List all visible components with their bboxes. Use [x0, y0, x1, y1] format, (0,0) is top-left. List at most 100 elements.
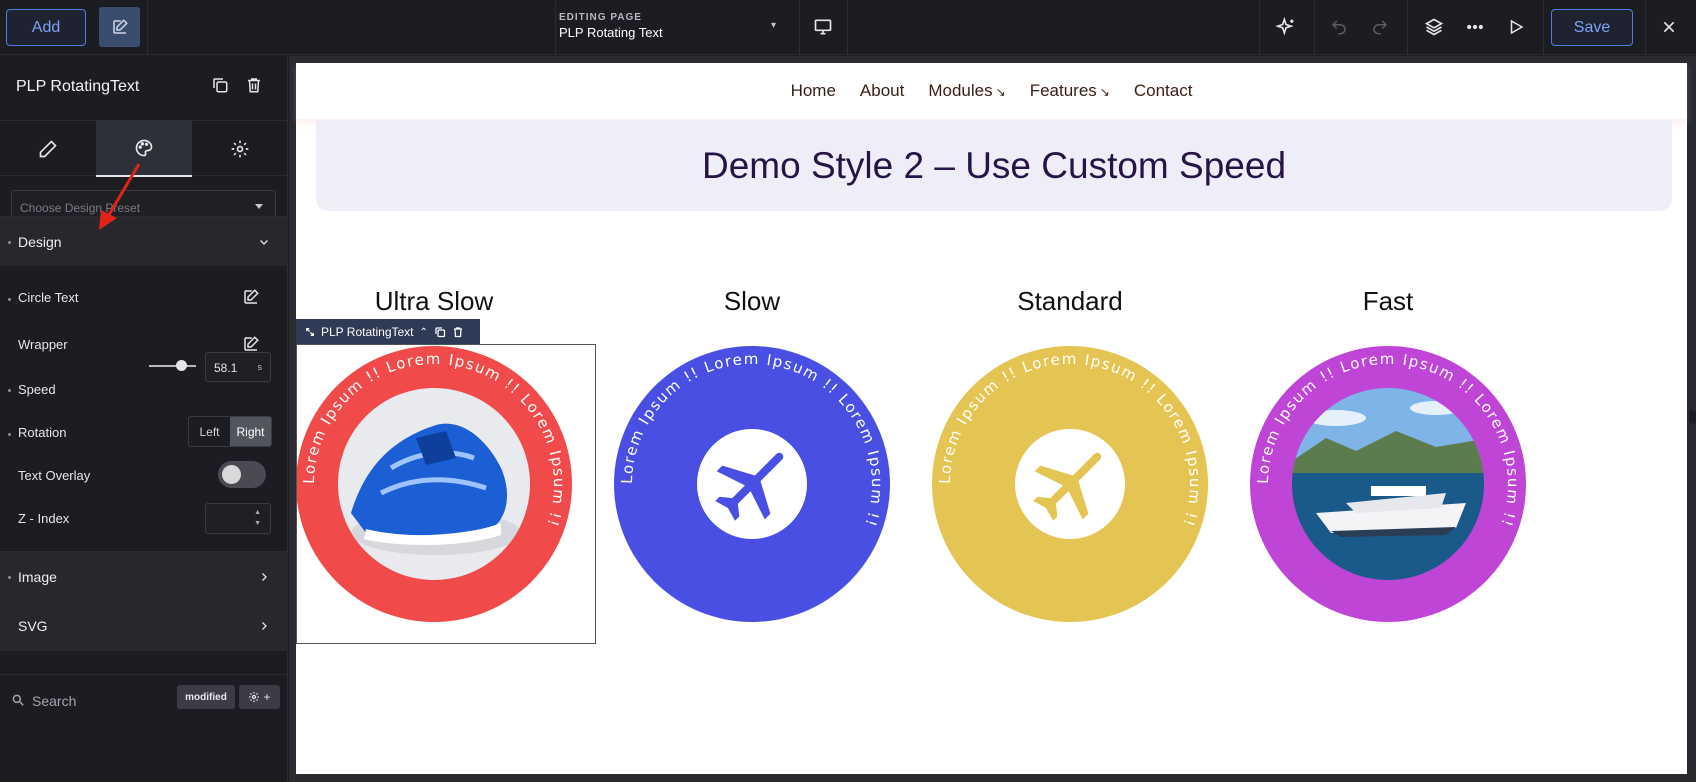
expand-icon[interactable]: [305, 327, 315, 337]
speed-slider-handle[interactable]: [176, 360, 187, 371]
module-title: PLP RotatingText: [16, 78, 140, 95]
editing-page-name: PLP Rotating Text: [559, 25, 663, 40]
modified-filter-badge[interactable]: modified: [177, 685, 235, 709]
preview-play-button[interactable]: [1502, 13, 1530, 41]
rotation-toggle-group: Left Right: [188, 416, 272, 447]
save-button[interactable]: Save: [1551, 9, 1633, 46]
chevron-right-icon: [262, 622, 267, 630]
search-icon: [12, 694, 24, 706]
edit-mode-button[interactable]: [99, 7, 140, 47]
close-icon: [1663, 21, 1675, 33]
undo-button[interactable]: [1325, 13, 1353, 41]
panel-search-input[interactable]: Search: [32, 693, 76, 709]
nav-features-label: Features: [1029, 81, 1097, 100]
desktop-preview-button[interactable]: [809, 13, 837, 41]
delete-module-button[interactable]: [245, 76, 263, 99]
edit-wrapper-icon[interactable]: [242, 335, 260, 353]
speed-unit: s: [257, 362, 263, 372]
caret-down-icon: [255, 204, 263, 209]
redo-icon: [1373, 20, 1388, 35]
column-title: Slow: [723, 286, 781, 316]
section-design-label: Design: [18, 234, 62, 250]
chevron-down-icon: [260, 240, 268, 245]
site-nav: Home About Modules ↘ Features ↘ Contact: [296, 63, 1687, 119]
selected-module-label: PLP RotatingText: [321, 325, 414, 339]
nav-about[interactable]: About: [860, 81, 904, 101]
rotating-text-fast[interactable]: Lorem Ipsum !! Lorem Ipsum !! Lorem Ipsu…: [1250, 346, 1526, 622]
more-options-button[interactable]: [1461, 13, 1489, 41]
close-editor-button[interactable]: [1655, 13, 1683, 41]
dropdown-arrow-icon: ↘: [995, 85, 1006, 99]
monitor-icon: [814, 19, 832, 35]
ai-sparkle-button[interactable]: [1272, 13, 1300, 41]
text-overlay-label: Text Overlay: [18, 468, 91, 483]
hero-title: Demo Style 2 – Use Custom Speed: [316, 120, 1672, 211]
modified-dot: [8, 433, 11, 436]
speed-label: Speed: [18, 382, 56, 397]
section-svg[interactable]: SVG: [0, 601, 288, 651]
top-toolbar: Add EDITING PAGE PLP Rotating Text ▾ Sav…: [0, 0, 1696, 55]
modified-dot: [8, 241, 11, 244]
speed-value: 58.1: [214, 361, 238, 375]
plus-icon: +: [263, 690, 271, 704]
editing-page-selector[interactable]: EDITING PAGE PLP Rotating Text: [559, 12, 663, 40]
z-index-label: Z - Index: [18, 511, 70, 526]
duplicate-module-button[interactable]: [211, 76, 229, 99]
nav-modules-label: Modules: [928, 81, 993, 100]
trash-icon[interactable]: [452, 326, 464, 338]
gear-icon: [231, 140, 249, 158]
layers-icon: [1424, 18, 1444, 36]
modified-dot: [8, 298, 11, 301]
nav-modules[interactable]: Modules ↘: [928, 81, 1005, 101]
resize-handle[interactable]: [1689, 410, 1696, 424]
tab-content[interactable]: [0, 121, 96, 177]
rotation-left-option[interactable]: Left: [189, 417, 230, 446]
rotating-text-slow[interactable]: Lorem Ipsum !! Lorem Ipsum !! Lorem Ipsu…: [614, 346, 890, 622]
text-overlay-toggle[interactable]: [218, 461, 266, 488]
rotation-right-option[interactable]: Right: [230, 417, 271, 446]
pencil-square-icon: [112, 19, 128, 34]
filter-settings-button[interactable]: +: [239, 685, 280, 709]
dropdown-arrow-icon: ↘: [1099, 85, 1110, 99]
section-image[interactable]: Image: [0, 551, 288, 601]
selected-module-toolbar[interactable]: PLP RotatingText ⌃: [296, 319, 480, 345]
modified-dot: [8, 389, 11, 392]
chevron-right-icon: [262, 573, 267, 581]
layers-button[interactable]: [1420, 13, 1448, 41]
editing-page-label: EDITING PAGE: [559, 12, 642, 23]
nav-home[interactable]: Home: [791, 81, 836, 101]
add-button[interactable]: Add: [6, 9, 86, 46]
play-icon: [1510, 19, 1524, 35]
nav-contact[interactable]: Contact: [1134, 81, 1193, 101]
speed-slider-track[interactable]: [149, 365, 196, 367]
chevron-down-icon[interactable]: ▾: [771, 20, 776, 31]
panel-search-bar: Search modified +: [0, 674, 288, 726]
chevron-up-icon[interactable]: ⌃: [420, 327, 428, 338]
spin-down-icon[interactable]: ▼: [254, 520, 261, 527]
speed-input[interactable]: 58.1 s: [205, 352, 271, 382]
modified-dot: [8, 576, 11, 579]
spin-up-icon[interactable]: ▲: [254, 509, 261, 516]
copy-icon[interactable]: [434, 326, 446, 338]
toggle-knob: [222, 465, 241, 484]
redo-button[interactable]: [1366, 13, 1394, 41]
nav-features[interactable]: Features ↘: [1030, 81, 1110, 101]
column-title: Ultra Slow: [374, 286, 494, 316]
annotation-arrow: [99, 163, 141, 230]
circle-text-label: Circle Text: [18, 290, 79, 305]
column-title: Fast: [1362, 286, 1414, 316]
z-index-input[interactable]: ▲ ▼: [205, 503, 271, 534]
palette-icon: [135, 139, 153, 157]
page-preview: Home About Modules ↘ Features ↘ Contact De…: [296, 63, 1687, 774]
copy-icon: [213, 78, 228, 93]
trash-icon: [248, 78, 260, 93]
rotation-label: Rotation: [18, 425, 67, 440]
pencil-icon: [39, 140, 57, 158]
sparkle-icon: [1276, 17, 1294, 36]
tab-advanced[interactable]: [192, 121, 288, 177]
section-image-label: Image: [18, 569, 57, 585]
rotating-text-standard[interactable]: Lorem Ipsum !! Lorem Ipsum !! Lorem Ipsu…: [932, 346, 1208, 622]
settings-panel: PLP RotatingText Choose Design Preset De…: [0, 56, 288, 782]
section-svg-label: SVG: [18, 618, 48, 634]
edit-circle-text-icon[interactable]: [242, 288, 260, 306]
